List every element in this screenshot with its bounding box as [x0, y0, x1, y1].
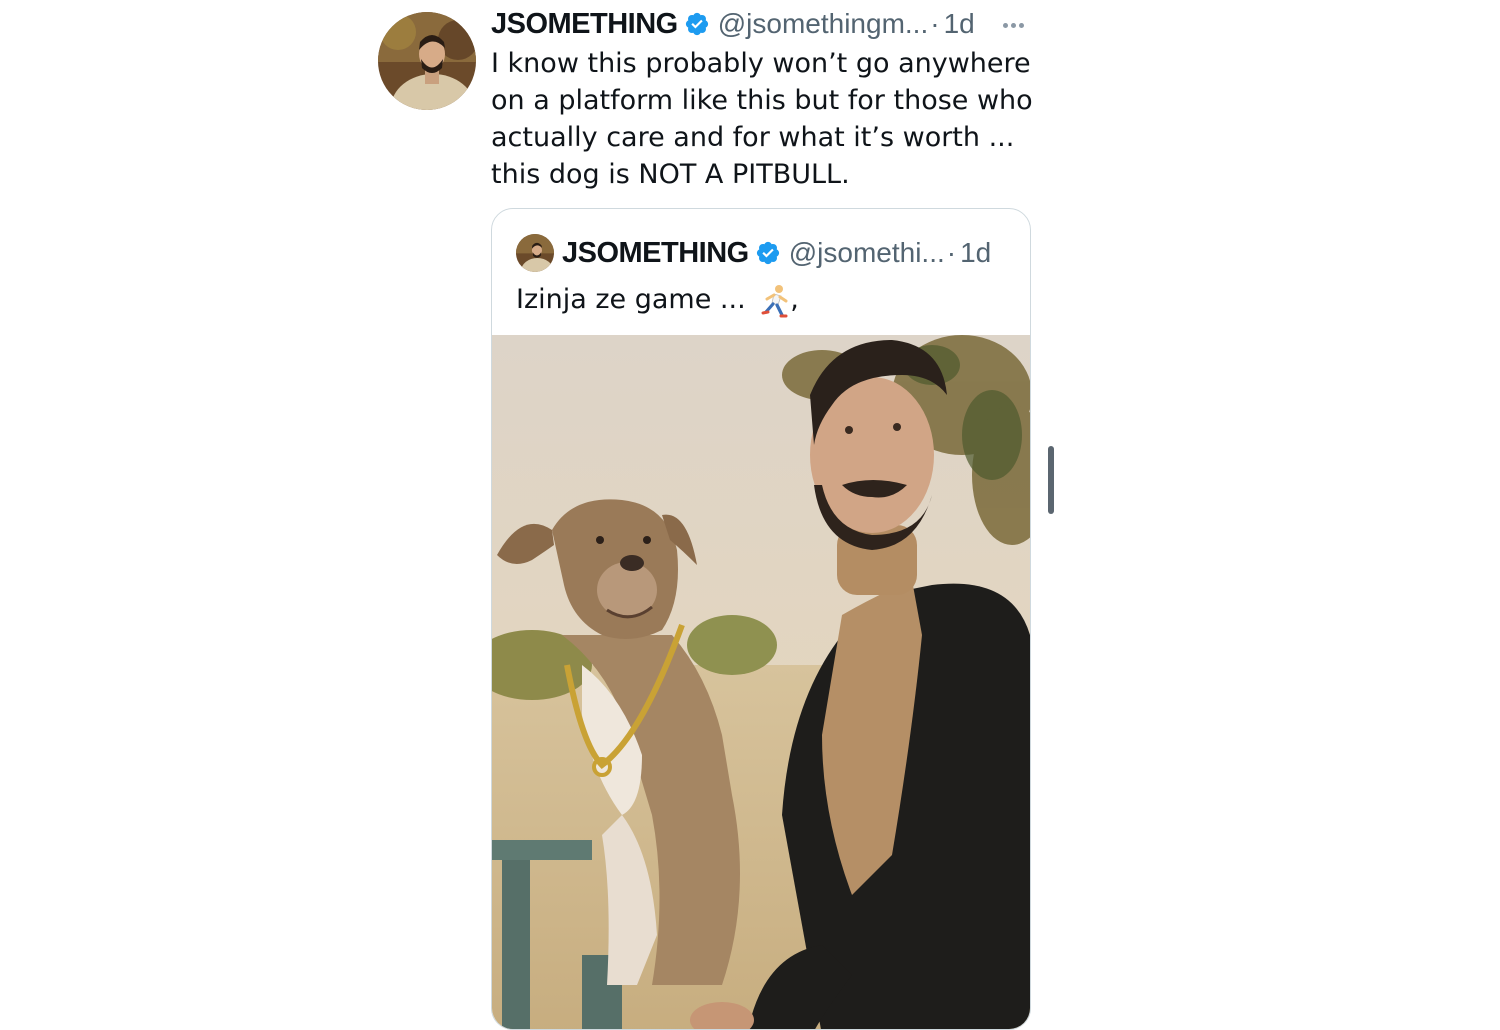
- quoted-tweet-photo[interactable]: [492, 335, 1030, 1030]
- author-avatar[interactable]: [378, 12, 476, 110]
- dot: [1018, 22, 1024, 28]
- verified-badge-icon: [685, 12, 708, 36]
- tweet-timestamp[interactable]: 1d: [944, 8, 975, 40]
- author-handle[interactable]: @jsomethingm...: [718, 8, 929, 40]
- tweet-text: I know this probably won’t go anywhere o…: [491, 45, 1033, 193]
- person-running-icon: [761, 284, 788, 317]
- quoted-tweet-card[interactable]: JSOMETHING @jsomethi... · 1d Izinja ze g…: [491, 208, 1031, 1030]
- tweet-text-line: actually care and for what it’s worth ..…: [491, 122, 1015, 153]
- tweet-text-line: this dog is NOT A PITBULL.: [491, 159, 850, 190]
- quoted-author-avatar: [516, 234, 554, 272]
- quoted-tweet-header: JSOMETHING @jsomethi... · 1d: [516, 233, 991, 273]
- quoted-tweet-text-body: Izinja ze game ...: [516, 284, 746, 315]
- quoted-tweet-timestamp: 1d: [960, 237, 992, 268]
- quoted-tweet-trailing: ,: [790, 284, 799, 315]
- tweet-header: JSOMETHING @jsomethingm... · 1d: [491, 4, 975, 44]
- quoted-tweet-text: Izinja ze game ... ,: [516, 281, 799, 319]
- tweet-text-line: I know this probably won’t go anywhere: [491, 48, 1031, 79]
- scrollbar[interactable]: [1048, 446, 1054, 514]
- quoted-author-handle: @jsomethi...: [788, 237, 945, 268]
- author-name[interactable]: JSOMETHING: [491, 8, 678, 41]
- separator-dot: ·: [946, 237, 957, 268]
- separator-dot: ·: [930, 8, 940, 39]
- avatar-image: [516, 234, 554, 272]
- more-options-icon[interactable]: [996, 8, 1030, 42]
- tweet-text-line: on a platform like this but for those wh…: [491, 85, 1033, 116]
- dot: [1010, 22, 1016, 28]
- dot: [1002, 22, 1008, 28]
- verified-badge-icon: [756, 241, 779, 265]
- avatar-image: [378, 12, 476, 110]
- quoted-author-name: JSOMETHING: [562, 236, 749, 269]
